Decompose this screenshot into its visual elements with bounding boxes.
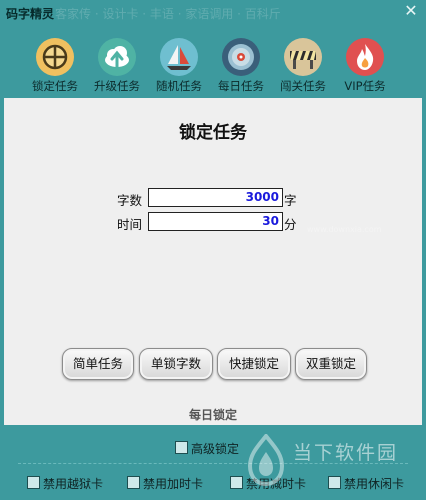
lock-task-panel: 锁定任务 字数 3000 字 时间 30 分 简单任务 单锁字数 快捷锁定 双重…	[4, 98, 422, 425]
crosshair-icon	[36, 38, 74, 76]
panel-title: 锁定任务	[179, 123, 247, 143]
toolbar-label: 闯关任务	[280, 79, 326, 93]
toolbar-vip-task[interactable]: VIP任务	[336, 38, 394, 98]
time-input[interactable]: 30	[148, 212, 283, 231]
app-window: 码字精灵 客家传 · 设计卡 · 丰语 · 家语调用 · 百科斤 ✕ 锁定任务	[0, 0, 426, 500]
title-ghost-text: 客家传 · 设计卡 · 丰语 · 家语调用 · 百科斤	[55, 7, 281, 21]
double-lock-button[interactable]: 双重锁定	[295, 348, 367, 380]
time-unit: 分	[284, 217, 297, 232]
toolbar-challenge-task[interactable]: 闯关任务	[274, 38, 332, 98]
single-lock-words-button[interactable]: 单锁字数	[139, 348, 213, 380]
checkbox-box	[175, 441, 188, 454]
flame-icon	[346, 38, 384, 76]
word-count-label: 字数	[117, 193, 143, 208]
toolbar-lock-task[interactable]: 锁定任务	[26, 38, 84, 98]
watermark-url: www.downxia.com	[307, 225, 382, 234]
checkbox-box	[328, 476, 341, 489]
barrier-icon	[284, 38, 322, 76]
word-count-input[interactable]: 3000	[148, 188, 283, 207]
checkbox-box	[230, 476, 243, 489]
task-toolbar: 锁定任务 升级任务 随机任务 每日任务 闯关任务 VIP任务	[0, 26, 426, 98]
toolbar-label: 每日任务	[218, 79, 264, 93]
word-count-unit: 字	[284, 193, 297, 208]
time-label: 时间	[117, 217, 143, 232]
disc-icon	[222, 38, 260, 76]
toolbar-upgrade-task[interactable]: 升级任务	[88, 38, 146, 98]
toolbar-daily-task[interactable]: 每日任务	[212, 38, 270, 98]
cloud-upload-icon	[98, 38, 136, 76]
toolbar-random-task[interactable]: 随机任务	[150, 38, 208, 98]
checkbox-label: 禁用越狱卡	[43, 477, 104, 491]
watermark-text: 当下软件园	[293, 442, 399, 464]
toolbar-label: 锁定任务	[32, 79, 78, 93]
daily-lock-label: 每日锁定	[188, 408, 237, 422]
word-count-row: 字数 3000 字	[4, 188, 422, 208]
advanced-lock-label: 高级锁定	[191, 442, 240, 456]
title-bar: 码字精灵 客家传 · 设计卡 · 丰语 · 家语调用 · 百科斤 ✕	[0, 0, 426, 26]
quick-lock-button[interactable]: 快捷锁定	[217, 348, 291, 380]
close-icon[interactable]: ✕	[402, 2, 420, 20]
toolbar-label: 升级任务	[94, 79, 140, 93]
sailboat-icon	[160, 38, 198, 76]
simple-task-button[interactable]: 简单任务	[62, 348, 134, 380]
checkbox-label: 禁用加时卡	[143, 477, 204, 491]
checkbox-label: 禁用休闲卡	[344, 477, 405, 491]
window-title: 码字精灵	[6, 7, 55, 21]
toolbar-label: 随机任务	[156, 79, 202, 93]
checkbox-box	[27, 476, 40, 489]
watermark-logo-icon	[247, 434, 285, 486]
toolbar-label: VIP任务	[344, 79, 386, 93]
checkbox-box	[127, 476, 140, 489]
